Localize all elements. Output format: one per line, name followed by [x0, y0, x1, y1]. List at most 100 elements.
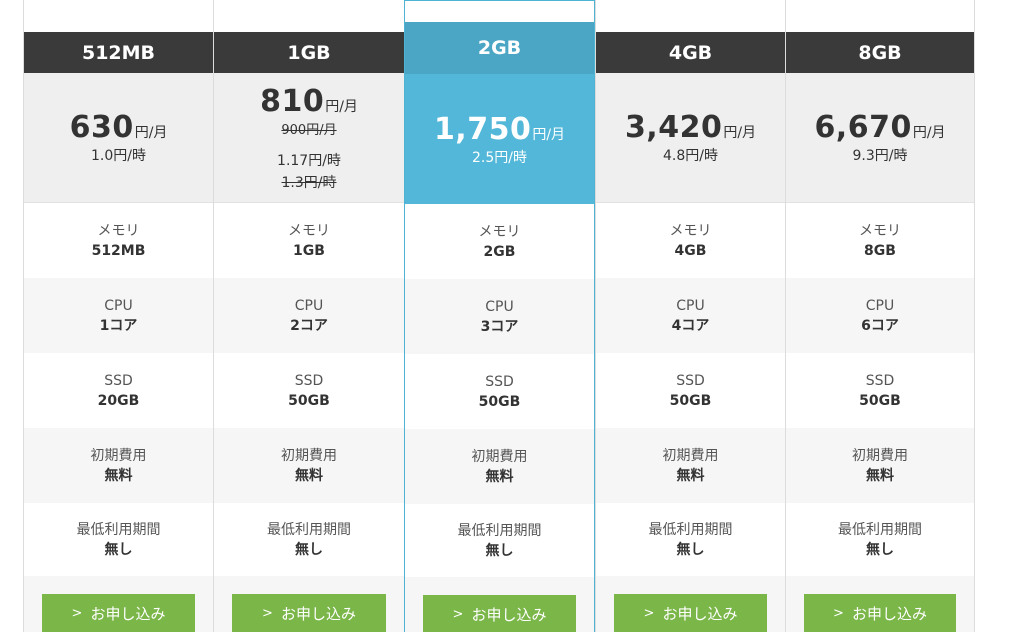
spec-label: 初期費用: [90, 447, 147, 464]
spec-min-period: 最低利用期間 無し: [405, 503, 594, 578]
spec-label: CPU: [294, 297, 324, 314]
apply-label: お申し込み: [280, 604, 356, 623]
hourly-price: 1.17円/時: [277, 152, 341, 169]
spec-cpu: CPU 6コア: [786, 278, 974, 353]
spec-memory: メモリ 1GB: [214, 203, 404, 278]
spec-label: 最低利用期間: [267, 521, 351, 538]
old-hourly-price: 1.3円/時: [281, 174, 337, 191]
spec-label: SSD: [485, 373, 514, 390]
apply-label: お申し込み: [662, 604, 738, 623]
spec-memory: メモリ 8GB: [786, 203, 974, 278]
spec-initial-fee: 初期費用 無料: [24, 428, 213, 503]
spec-label: CPU: [676, 297, 705, 314]
price-amount: 630: [69, 110, 134, 145]
spec-value: 512MB: [91, 242, 146, 259]
spec-initial-fee: 初期費用 無料: [786, 428, 974, 503]
spec-ssd: SSD 50GB: [596, 353, 785, 428]
spec-value: 無料: [104, 467, 133, 484]
chevron-right-icon: >: [833, 605, 844, 621]
spec-min-period: 最低利用期間 無し: [786, 502, 974, 577]
price-unit: 円/月: [912, 125, 946, 141]
spec-value: 無し: [676, 541, 705, 558]
spec-label: 最低利用期間: [838, 521, 922, 538]
apply-label: お申し込み: [90, 604, 166, 623]
spec-value: 無料: [485, 468, 514, 485]
price-unit: 円/月: [134, 125, 168, 141]
spec-label: メモリ: [478, 223, 521, 240]
spec-memory: メモリ 512MB: [24, 203, 213, 278]
monthly-price: 810 円/月: [260, 84, 358, 119]
spec-cpu: CPU 1コア: [24, 278, 213, 353]
apply-button[interactable]: > お申し込み: [42, 594, 195, 632]
spec-value: 無し: [866, 541, 894, 558]
spec-label: CPU: [865, 297, 895, 314]
price-amount: 810: [260, 83, 325, 119]
hourly-price: 2.5円/時: [472, 149, 527, 166]
hourly-price: 4.8円/時: [663, 148, 718, 164]
plan-column-4gb: 4GB 3,420 円/月 4.8円/時 メモリ 4GB CPU 4コア SSD…: [595, 0, 785, 632]
apply-button[interactable]: > お申し込み: [423, 595, 576, 632]
spec-label: SSD: [865, 372, 895, 389]
spec-label: 初期費用: [662, 447, 719, 464]
spec-label: CPU: [485, 298, 514, 315]
spec-value: 4コア: [671, 317, 710, 334]
spec-initial-fee: 初期費用 無料: [214, 428, 404, 503]
plan-name: 8GB: [786, 32, 974, 73]
spec-ssd: SSD 50GB: [405, 354, 594, 429]
plan-name: 512MB: [24, 32, 213, 73]
spec-value: 50GB: [288, 392, 330, 409]
hourly-price: 1.0円/時: [91, 148, 146, 164]
spec-value: 50GB: [669, 392, 712, 409]
apply-button[interactable]: > お申し込み: [804, 594, 956, 632]
pricing-table: 512MB 630 円/月 1.0円/時 メモリ 512MB CPU 1コア S…: [23, 0, 975, 632]
hourly-price: 9.3円/時: [852, 148, 908, 164]
price-box: 630 円/月 1.0円/時: [24, 73, 213, 203]
apply-row: > お申し込み: [214, 576, 404, 632]
plan-column-2gb-featured: 2GB 1,750 円/月 2.5円/時 メモリ 2GB CPU 3コア SSD…: [404, 0, 595, 632]
spec-value: 2コア: [290, 317, 328, 334]
spec-label: 初期費用: [852, 447, 908, 464]
chevron-right-icon: >: [262, 605, 273, 621]
spec-label: メモリ: [669, 222, 712, 239]
price-box: 810 円/月 900円/月 1.17円/時 1.3円/時: [214, 73, 404, 203]
plan-name: 1GB: [214, 32, 404, 73]
spec-value: 1コア: [99, 317, 138, 334]
spec-cpu: CPU 2コア: [214, 278, 404, 353]
monthly-price: 630 円/月: [70, 110, 168, 145]
spec-value: 20GB: [97, 392, 140, 409]
spec-value: 無料: [866, 467, 894, 484]
price-box: 6,670 円/月 9.3円/時: [786, 73, 974, 203]
price-amount: 3,420: [624, 110, 723, 145]
chevron-right-icon: >: [452, 606, 464, 622]
plan-column-8gb: 8GB 6,670 円/月 9.3円/時 メモリ 8GB CPU 6コア SSD…: [785, 0, 975, 632]
spec-ssd: SSD 50GB: [786, 353, 974, 428]
spec-cpu: CPU 4コア: [596, 278, 785, 353]
spec-value: 50GB: [478, 393, 521, 410]
plan-column-512mb: 512MB 630 円/月 1.0円/時 メモリ 512MB CPU 1コア S…: [23, 0, 213, 632]
chevron-right-icon: >: [71, 605, 83, 621]
spec-label: SSD: [104, 372, 133, 389]
spec-cpu: CPU 3コア: [405, 279, 594, 354]
apply-label: お申し込み: [851, 604, 927, 623]
apply-row: > お申し込み: [596, 576, 785, 632]
apply-row: > お申し込み: [24, 576, 213, 632]
spec-min-period: 最低利用期間 無し: [596, 502, 785, 577]
spec-value: 4GB: [674, 242, 707, 259]
price-unit: 円/月: [723, 125, 757, 141]
plan-name: 2GB: [405, 22, 594, 74]
plan-name: 4GB: [596, 32, 785, 73]
spec-value: 無し: [104, 541, 133, 558]
spec-label: SSD: [676, 372, 705, 389]
price-box: 1,750 円/月 2.5円/時: [405, 74, 594, 204]
spec-ssd: SSD 20GB: [24, 353, 213, 428]
spec-value: 2GB: [483, 243, 516, 260]
apply-button[interactable]: > お申し込み: [614, 594, 767, 632]
monthly-price: 3,420 円/月: [625, 110, 756, 145]
spec-label: SSD: [294, 372, 324, 389]
spec-initial-fee: 初期費用 無料: [596, 428, 785, 503]
apply-button[interactable]: > お申し込み: [232, 594, 386, 632]
spec-value: 無料: [295, 467, 323, 484]
spec-label: 初期費用: [281, 447, 337, 464]
spec-value: 3コア: [480, 318, 519, 335]
spec-initial-fee: 初期費用 無料: [405, 429, 594, 504]
